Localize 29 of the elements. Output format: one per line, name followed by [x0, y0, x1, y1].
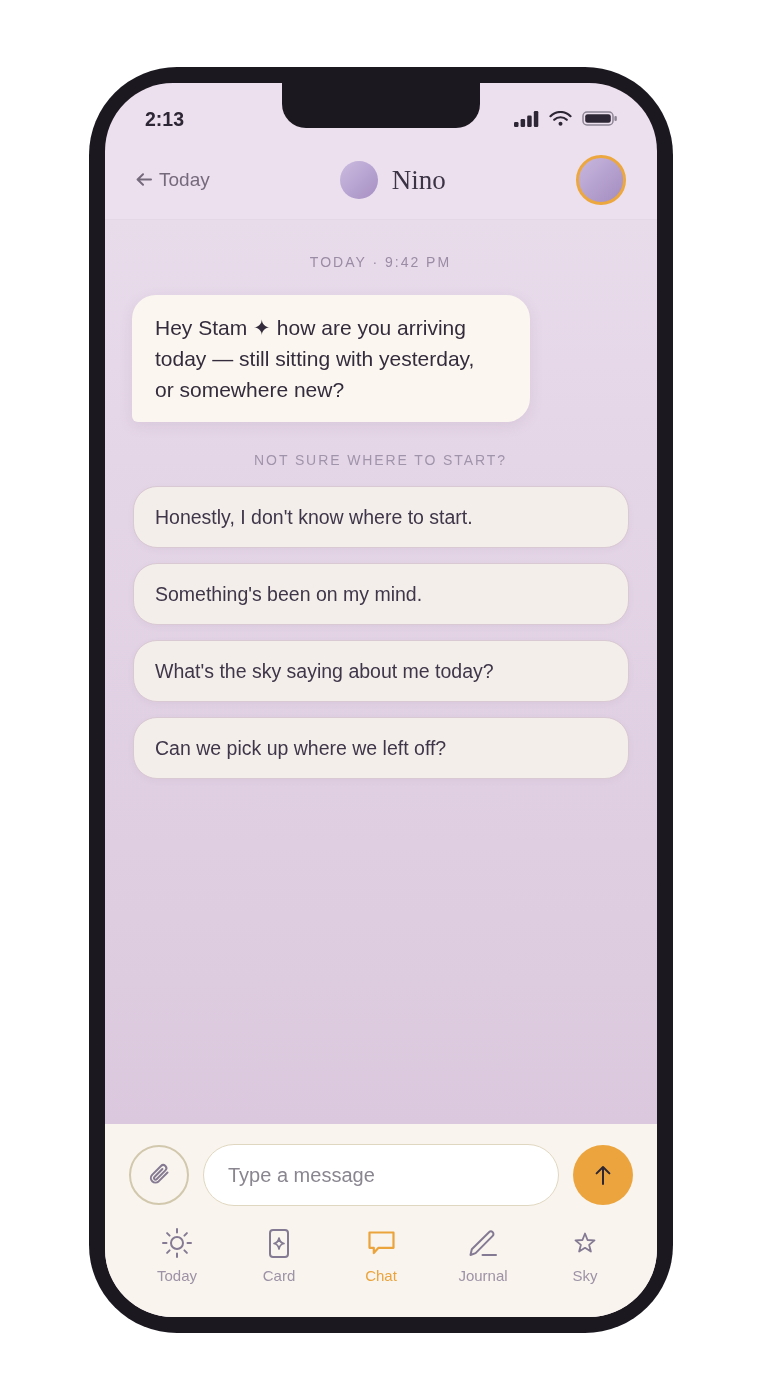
- arrow-left-icon: [136, 173, 152, 186]
- prompt-label: NOT SURE WHERE TO START?: [254, 451, 507, 469]
- wifi-icon: [549, 111, 572, 126]
- message-input[interactable]: Type a message: [203, 1144, 559, 1206]
- suggestion-button[interactable]: Honestly, I don't know where to start.: [133, 486, 629, 548]
- timestamp: TODAY · 9:42 PM: [309, 253, 452, 271]
- contact-name: Nino: [391, 163, 446, 196]
- signal-icon: [514, 110, 539, 127]
- star-icon: [574, 1232, 596, 1254]
- suggestion-button[interactable]: Something's been on my mind.: [133, 563, 629, 625]
- profile-avatar[interactable]: [576, 154, 626, 205]
- attach-button[interactable]: [129, 1145, 189, 1205]
- pencil-icon: [468, 1229, 498, 1257]
- nav-tab[interactable]: Sky: [572, 1227, 598, 1285]
- arrow-up-icon: [594, 1165, 612, 1185]
- suggestion-button[interactable]: What's the sky saying about me today?: [133, 640, 629, 702]
- suggestion-button[interactable]: Can we pick up where we left off?: [133, 717, 629, 779]
- nav-tab[interactable]: Card: [262, 1227, 296, 1285]
- message-bubble: Hey Stam ✦ how are you arriving today — still sitting with yesterday, or somewhere new?: [132, 295, 530, 422]
- card-icon: [269, 1228, 289, 1258]
- sun-icon: [161, 1227, 193, 1259]
- send-button[interactable]: [573, 1145, 633, 1205]
- nav-tab[interactable]: Today: [157, 1227, 197, 1285]
- status-time: 2:13: [145, 107, 185, 130]
- contact-avatar: [339, 160, 378, 199]
- back-button[interactable]: Today: [136, 167, 210, 192]
- nav-tab[interactable]: Journal: [458, 1227, 508, 1285]
- battery-icon: [582, 111, 617, 126]
- chat-bubble-icon: [367, 1231, 395, 1255]
